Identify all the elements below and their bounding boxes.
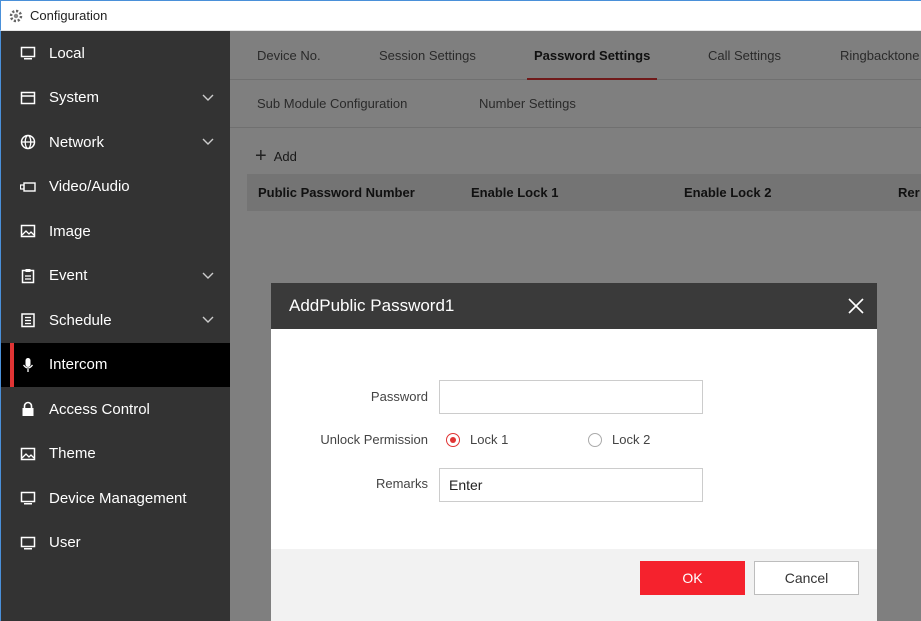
unlock-permission-label: Unlock Permission [320,432,428,447]
camera-icon [20,179,36,195]
sidebar-item-image[interactable]: Image [1,209,230,254]
globe-icon [20,134,36,150]
picture-icon [20,446,36,462]
window-icon [20,90,36,106]
sidebar-item-user[interactable]: User [1,521,230,566]
sidebar-item-system[interactable]: System [1,76,230,121]
radio-unchecked-icon [588,432,602,447]
dialog-footer: OK Cancel [271,549,877,621]
sidebar: Local System Network Video/Audio Image E… [0,31,230,621]
sidebar-item-intercom[interactable]: Intercom [1,342,230,387]
chevron-down-icon [202,316,214,324]
chevron-down-icon [202,272,214,279]
monitor-icon [20,45,36,61]
sidebar-item-device-management[interactable]: Device Management [1,476,230,521]
sidebar-item-label: Theme [49,445,96,463]
ok-button[interactable]: OK [640,561,745,595]
chevron-down-icon [202,94,214,101]
sidebar-item-label: Video/Audio [49,178,130,196]
remarks-field[interactable] [439,468,703,502]
picture-icon [20,223,36,239]
gear-icon [8,8,24,24]
lock-icon [20,401,36,417]
cancel-button[interactable]: Cancel [754,561,859,595]
window-title: Configuration [30,8,108,23]
sidebar-item-video-audio[interactable]: Video/Audio [1,165,230,210]
sidebar-item-label: Network [49,133,105,151]
sidebar-item-label: Schedule [49,311,112,329]
lock1-radio[interactable]: Lock 1 [446,432,508,447]
window-titlebar: Configuration [0,0,921,31]
sidebar-item-label: System [49,89,100,107]
sidebar-item-label: Intercom [49,356,108,374]
monitor-icon [20,490,36,506]
dialog-body: Password Unlock Permission Lock 1 Lock 2… [271,329,877,549]
sidebar-item-local[interactable]: Local [1,31,230,76]
sidebar-item-label: Local [49,44,85,62]
microphone-icon [20,357,36,373]
password-field[interactable] [439,380,703,414]
add-password-dialog: AddPublic Password1 Password Unlock Perm… [271,283,877,621]
remarks-label: Remarks [375,476,428,491]
sidebar-item-label: Event [49,267,88,285]
dialog-header: AddPublic Password1 [271,283,877,329]
lock1-label: Lock 1 [470,432,509,447]
password-label: Password [370,389,428,404]
monitor-icon [20,535,36,551]
clipboard-icon [20,268,36,284]
lock2-radio[interactable]: Lock 2 [588,432,650,447]
lock2-label: Lock 2 [612,432,651,447]
sidebar-item-label: Image [49,222,91,240]
calendar-icon [20,312,36,328]
sidebar-item-access-control[interactable]: Access Control [1,387,230,432]
sidebar-item-theme[interactable]: Theme [1,432,230,477]
sidebar-item-schedule[interactable]: Schedule [1,298,230,343]
chevron-down-icon [202,138,214,146]
sidebar-item-label: Access Control [49,400,150,418]
sidebar-item-label: User [49,534,81,552]
sidebar-item-network[interactable]: Network [1,120,230,165]
close-icon[interactable] [847,297,865,315]
dialog-title: AddPublic Password1 [289,296,455,315]
sidebar-item-event[interactable]: Event [1,254,230,299]
radio-checked-icon [446,432,460,447]
sidebar-item-label: Device Management [49,489,187,507]
